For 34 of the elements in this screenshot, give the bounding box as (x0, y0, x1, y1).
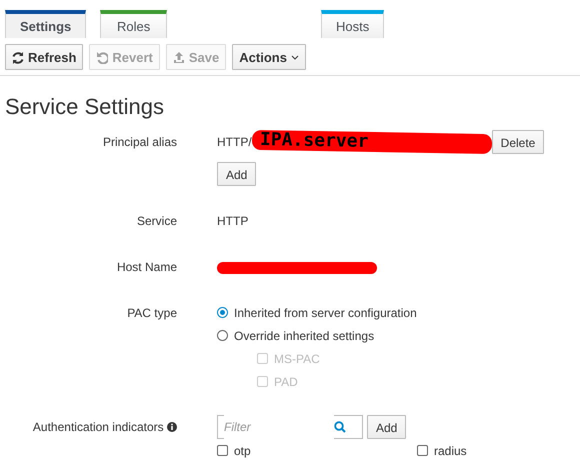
field-label: Authentication indicators (32, 420, 164, 434)
tab[interactable]: Hosts (321, 10, 384, 38)
chevron-down-icon (290, 54, 299, 60)
redaction-scribble: IPA.server (252, 130, 492, 154)
checkbox-label: MS-PAC (274, 350, 320, 368)
radio-button[interactable] (217, 330, 228, 341)
field-label: PAC type (127, 306, 177, 320)
radio-label: Inherited from server configuration (234, 304, 417, 322)
checkbox[interactable] (417, 445, 428, 456)
tab[interactable]: Settings (5, 10, 86, 38)
info-icon (167, 422, 177, 432)
search-icon (334, 421, 346, 433)
checkbox-label: otp (234, 442, 251, 460)
refresh-icon (12, 50, 24, 64)
field-label: Service (136, 214, 177, 228)
tab[interactable]: Roles (100, 10, 168, 38)
section-title: Service Settings (5, 94, 165, 120)
field-label: Principal alias (102, 135, 177, 149)
checkbox-label: PAD (274, 374, 298, 390)
checkbox[interactable] (217, 445, 228, 456)
radio-button[interactable] (217, 307, 228, 318)
add-button[interactable]: Add (217, 162, 256, 186)
checkbox-label: radius (434, 442, 467, 460)
filter-field[interactable]: Filter (217, 415, 363, 439)
delete-button[interactable]: Delete (492, 130, 544, 154)
field-value: HTTP/ (217, 134, 252, 151)
undo-icon (96, 50, 108, 64)
field-value: HTTP (217, 214, 248, 228)
upload-icon (172, 50, 185, 64)
radio-label: Override inherited settings (234, 328, 374, 344)
add-button[interactable]: Add (367, 415, 406, 439)
actions-dropdown[interactable]: Actions (232, 44, 306, 70)
field-label: Host Name (116, 260, 177, 274)
toolbar-button[interactable]: Refresh (5, 44, 84, 70)
